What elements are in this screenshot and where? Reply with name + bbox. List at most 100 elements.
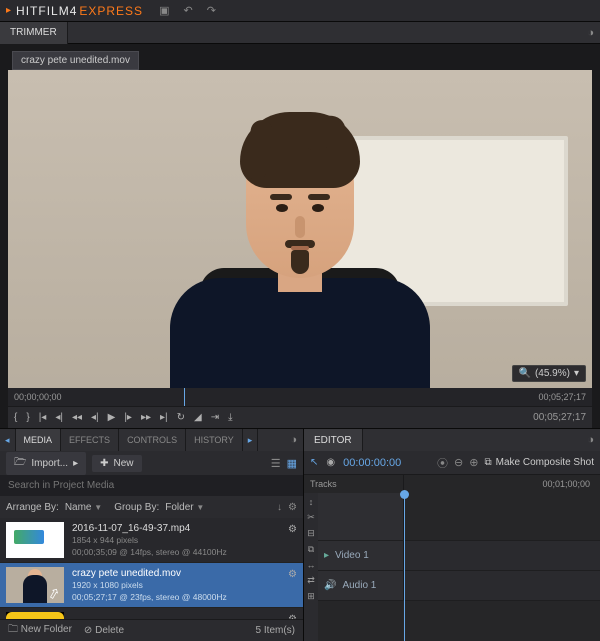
item-settings-icon[interactable]: ⚙ (288, 614, 297, 619)
step-back-icon[interactable]: ◂◂ (72, 412, 82, 423)
undo-icon[interactable]: ↶ (183, 4, 192, 17)
make-composite-button[interactable]: ⧉ Make Composite Shot (484, 457, 594, 468)
visibility-icon[interactable]: ▸ (324, 550, 329, 561)
loop-icon[interactable]: ↻ (177, 412, 185, 423)
trimmer-panel: TRIMMER ◑ crazy pete unedited.mov (0, 22, 600, 428)
ruler-out-time: 00;05;27;17 (538, 392, 586, 402)
grid-view-icon[interactable]: ▦ (287, 457, 297, 470)
goto-start-icon[interactable]: |◂ (39, 412, 47, 423)
next-icon[interactable]: ⊕ (469, 456, 478, 469)
media-item[interactable]: crazy pete unedited.mov1920 x 1080 pixel… (0, 563, 303, 608)
media-item-name: Money Face Emoji.png (72, 618, 297, 619)
play-icon[interactable]: ▶ (108, 412, 116, 423)
filter-icon[interactable]: ⚙ (288, 502, 297, 513)
timeline-tools: ↕ ✂ ⊟ ⧉ ↔ ⇄ ⊞ (304, 493, 318, 641)
set-in-icon[interactable]: { (14, 412, 17, 423)
magnifier-icon: 🔍 (519, 368, 531, 379)
media-item-dims: 1854 x 944 pixels (72, 535, 297, 546)
ripple-tool-icon[interactable]: ↔ (307, 560, 316, 570)
media-item[interactable]: 🤑Money Face Emoji.png512 x 512 pixels⚙ (0, 608, 303, 619)
item-settings-icon[interactable]: ⚙ (288, 569, 297, 580)
prev-icon[interactable]: ⊖ (454, 456, 463, 469)
playhead[interactable] (400, 490, 409, 499)
app-logo: ▸ HITFILM4 EXPRESS (6, 4, 143, 18)
arrange-dropdown[interactable]: Name ▼ (65, 502, 102, 513)
tab-next-icon[interactable]: ▸ (243, 429, 259, 451)
select-tool-icon[interactable]: ↕ (309, 497, 314, 507)
new-button[interactable]: ✚ New (92, 455, 141, 472)
media-panel: ◂ MEDIA EFFECTS CONTROLS HISTORY ▸ ◑ 🗁 I… (0, 429, 304, 641)
pointer-tool-icon[interactable]: ↖ (310, 457, 318, 468)
goto-start-icon[interactable]: ⦿ (437, 455, 448, 471)
editor-timecode[interactable]: 00:00:00:00 (343, 457, 401, 469)
slice-tool-icon[interactable]: ✂ (307, 512, 315, 523)
import-button[interactable]: 🗁 Import... ▸ (6, 452, 86, 475)
tab-prev-icon[interactable]: ◂ (0, 429, 16, 451)
rate-tool-icon[interactable]: ⇄ (307, 575, 315, 586)
video-track-1[interactable]: ▸ Video 1 (318, 541, 600, 571)
composite-icon: ⧉ (484, 457, 491, 468)
list-view-icon[interactable]: ☰ (271, 457, 281, 470)
snap-tool-icon[interactable]: ⊟ (307, 528, 315, 539)
audio-track-1[interactable]: 🔊 Audio 1 (318, 571, 600, 601)
group-label: Group By: (114, 502, 159, 513)
media-thumbnail: 🤑 (6, 612, 64, 619)
zoom-indicator[interactable]: 🔍 (45.9%) ▾ (512, 365, 587, 382)
volume-icon[interactable]: ◢ (194, 412, 202, 423)
video-preview[interactable]: 🔍 (45.9%) ▾ (8, 70, 592, 388)
panel-options-icon[interactable]: ◑ (587, 434, 594, 446)
link-tool-icon[interactable]: ⧉ (308, 544, 314, 555)
track-label: Video 1 (335, 550, 369, 561)
search-input[interactable] (0, 475, 303, 496)
save-icon[interactable]: ▣ (159, 4, 169, 17)
media-item-name: crazy pete unedited.mov (72, 567, 297, 580)
ruler-tick: 00;01;00;00 (542, 479, 590, 489)
chevron-down-icon: ▸ (73, 458, 78, 469)
trimmer-tab[interactable]: TRIMMER (0, 22, 68, 44)
timeline-ruler[interactable]: 00;01;00;00 (404, 475, 600, 493)
arrange-bar: Arrange By: Name ▼ Group By: Folder ▼ ↓ … (0, 496, 303, 518)
history-tab[interactable]: HISTORY (186, 429, 243, 451)
ruler-in-time: 00;00;00;00 (14, 392, 62, 402)
item-count: 5 Item(s) (256, 625, 295, 636)
controls-tab[interactable]: CONTROLS (119, 429, 186, 451)
tracks-header: Tracks (304, 475, 404, 493)
overlay-icon[interactable]: ⤓ (228, 412, 232, 423)
delete-button[interactable]: ⊘ Delete (84, 625, 124, 636)
new-folder-button[interactable]: 🗀 New Folder (8, 622, 72, 639)
brand-2: EXPRESS (79, 4, 143, 18)
editor-tab[interactable]: EDITOR (304, 429, 363, 451)
step-fwd-icon[interactable]: |▸ (124, 412, 132, 423)
logo-arrow-icon: ▸ (6, 5, 11, 16)
insert-icon[interactable]: ⇥ (211, 412, 219, 423)
play-back-icon[interactable]: ◂| (91, 412, 99, 423)
record-icon[interactable]: ◉ (326, 457, 335, 468)
trimmer-ruler[interactable]: 00;00;00;00 00;05;27;17 (8, 388, 592, 406)
chevron-down-icon: ▾ (574, 368, 579, 379)
media-list: 2016-11-07_16-49-37.mp41854 x 944 pixels… (0, 518, 303, 619)
next-frame-icon[interactable]: ▸▸ (141, 412, 151, 423)
media-item-name: 2016-11-07_16-49-37.mp4 (72, 522, 297, 535)
group-dropdown[interactable]: Folder ▼ (165, 502, 204, 513)
slip-tool-icon[interactable]: ⊞ (307, 591, 315, 602)
panel-options-icon[interactable]: ◑ (587, 27, 594, 39)
sort-dir-icon[interactable]: ↓ (277, 502, 282, 513)
import-label: Import... (31, 458, 68, 469)
redo-icon[interactable]: ↷ (207, 4, 216, 17)
duration-readout: 00;05;27;17 (533, 412, 586, 423)
media-item[interactable]: 2016-11-07_16-49-37.mp41854 x 944 pixels… (0, 518, 303, 563)
timeline-tracks[interactable]: ▸ Video 1 🔊 Audio 1 (318, 493, 600, 641)
media-thumbnail (6, 567, 64, 603)
effects-tab[interactable]: EFFECTS (61, 429, 119, 451)
item-settings-icon[interactable]: ⚙ (288, 524, 297, 535)
prev-frame-icon[interactable]: ◂| (55, 412, 63, 423)
mute-icon[interactable]: 🔊 (324, 580, 336, 591)
editor-panel: EDITOR ◑ ↖ ◉ 00:00:00:00 ⦿ ⊖ ⊕ ⧉ Make Co… (304, 429, 600, 641)
panel-options-icon[interactable]: ◑ (290, 434, 297, 446)
goto-end-icon[interactable]: ▸| (160, 412, 168, 423)
clip-name-tab[interactable]: crazy pete unedited.mov (12, 51, 139, 70)
media-tab[interactable]: MEDIA (16, 429, 62, 451)
set-out-icon[interactable]: } (26, 412, 29, 423)
new-label: New (114, 458, 134, 469)
track-label: Audio 1 (342, 580, 376, 591)
